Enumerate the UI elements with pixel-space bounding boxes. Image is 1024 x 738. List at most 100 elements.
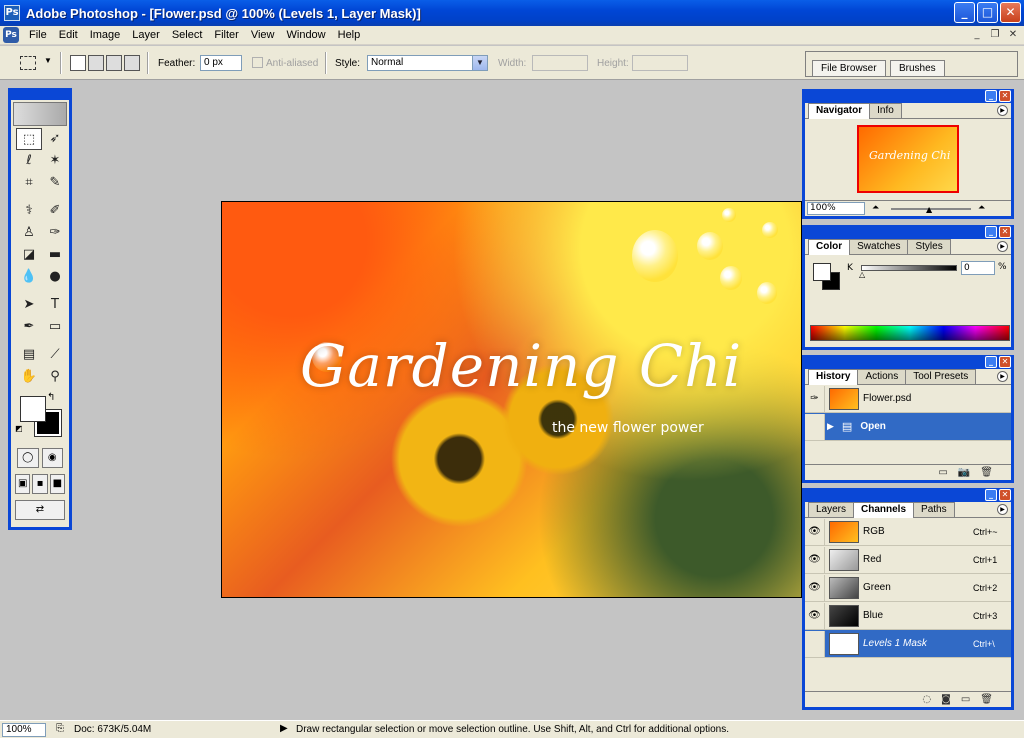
doc-restore-icon[interactable]: ❐ [988, 28, 1002, 42]
palette-menu-icon[interactable]: ▶ [997, 504, 1008, 515]
menu-filter[interactable]: Filter [208, 29, 244, 41]
document-canvas[interactable]: Gardening Chi the new flower power [221, 201, 802, 598]
screen-mode-full-menu-icon[interactable]: ▪ [32, 474, 48, 494]
zoom-tool-icon[interactable]: ⚲ [42, 366, 68, 388]
minimize-button[interactable]: _ [954, 2, 975, 23]
zoom-in-icon[interactable]: ⏶ [978, 203, 985, 213]
navigator-thumbnail[interactable]: Gardening Chi [857, 125, 959, 193]
minimize-icon[interactable]: _ [985, 90, 997, 102]
eyedropper-icon[interactable]: ⟋ [42, 344, 68, 366]
tab-channels[interactable]: Channels [853, 502, 915, 518]
k-slider[interactable] [861, 265, 957, 271]
menu-layer[interactable]: Layer [126, 29, 166, 41]
clone-stamp-icon[interactable]: ♙ [16, 222, 42, 244]
default-colors-icon[interactable]: ◩ [15, 424, 23, 433]
tab-actions[interactable]: Actions [857, 369, 907, 384]
doc-close-icon[interactable]: ✕ [1006, 28, 1020, 42]
channel-row[interactable]: Levels 1 Mask Ctrl+\ [805, 630, 1011, 658]
tab-history[interactable]: History [808, 369, 859, 385]
crop-tool-icon[interactable]: ⌗ [16, 172, 42, 194]
screen-mode-full-icon[interactable]: ■ [49, 474, 65, 494]
chevron-down-icon[interactable]: ▼ [44, 56, 52, 65]
new-document-icon[interactable]: ▭ [938, 467, 947, 478]
document-info-icon[interactable]: ⎘ [56, 723, 64, 734]
status-zoom-input[interactable]: 100% [2, 723, 46, 737]
jump-to-imageready-icon[interactable]: ⇄ [15, 500, 65, 520]
doc-minimize-icon[interactable]: _ [970, 28, 984, 42]
tab-navigator[interactable]: Navigator [808, 103, 871, 119]
color-spectrum[interactable] [810, 325, 1010, 341]
channel-row[interactable]: 👁 RGB Ctrl+~ [805, 518, 1011, 546]
slice-tool-icon[interactable]: ✎ [42, 172, 68, 194]
lasso-tool-icon[interactable]: ℓ [16, 150, 42, 172]
tab-styles[interactable]: Styles [907, 239, 951, 254]
trash-icon[interactable]: 🗑 [980, 467, 993, 478]
add-selection-icon[interactable] [88, 55, 104, 71]
type-tool-icon[interactable]: T [42, 294, 68, 316]
marquee-preset-icon[interactable] [20, 56, 36, 70]
history-brush-source-icon[interactable]: ✑ [805, 385, 825, 412]
antialiased-checkbox[interactable] [252, 57, 263, 68]
load-selection-icon[interactable]: ◌ [922, 694, 931, 705]
style-select[interactable]: Normal ▼ [367, 55, 488, 71]
healing-brush-icon[interactable]: ⚕ [16, 200, 42, 222]
close-icon[interactable]: ✕ [999, 226, 1011, 238]
zoom-slider-handle[interactable]: ▲ [926, 205, 932, 214]
history-snapshot[interactable]: ✑ Flower.psd [805, 385, 1011, 413]
status-menu-icon[interactable]: ▶ [280, 723, 288, 734]
palette-menu-icon[interactable]: ▶ [997, 105, 1008, 116]
dodge-tool-icon[interactable]: ● [42, 266, 68, 288]
tab-brushes[interactable]: Brushes [890, 60, 945, 76]
gradient-tool-icon[interactable]: ▬ [42, 244, 68, 266]
tab-file-browser[interactable]: File Browser [812, 60, 886, 76]
zoom-out-icon[interactable]: ⏶ [872, 203, 879, 213]
menu-edit[interactable]: Edit [53, 29, 84, 41]
photoshop-icon[interactable]: Ps [4, 5, 20, 21]
tab-info[interactable]: Info [869, 103, 902, 118]
tab-paths[interactable]: Paths [913, 502, 955, 517]
snapshot-icon[interactable]: 📷 [958, 467, 970, 478]
screen-mode-standard-icon[interactable]: ▣ [15, 474, 31, 494]
channel-row[interactable]: 👁 Blue Ctrl+3 [805, 602, 1011, 630]
move-tool-icon[interactable]: ➶ [42, 128, 68, 150]
feather-input[interactable]: 0 px [200, 55, 242, 71]
chevron-down-icon[interactable]: ▼ [472, 56, 487, 70]
new-selection-icon[interactable] [70, 55, 86, 71]
intersect-selection-icon[interactable] [124, 55, 140, 71]
eye-icon[interactable]: 👁 [805, 574, 825, 601]
magic-wand-icon[interactable]: ✶ [42, 150, 68, 172]
minimize-icon[interactable]: _ [985, 356, 997, 368]
tab-color[interactable]: Color [808, 239, 851, 255]
palette-menu-icon[interactable]: ▶ [997, 241, 1008, 252]
close-icon[interactable]: ✕ [999, 489, 1011, 501]
eraser-tool-icon[interactable]: ◪ [16, 244, 42, 266]
quick-mask-icon[interactable]: ◉ [41, 448, 63, 468]
maximize-button[interactable]: □ [977, 2, 998, 23]
minimize-icon[interactable]: _ [985, 489, 997, 501]
blur-tool-icon[interactable]: 💧 [16, 266, 42, 288]
menu-window[interactable]: Window [281, 29, 332, 41]
subtract-selection-icon[interactable] [106, 55, 122, 71]
adobe-logo-icon[interactable] [13, 102, 67, 126]
foreground-color[interactable] [813, 263, 831, 281]
marquee-tool-icon[interactable]: ⬚ [16, 128, 42, 150]
eye-icon[interactable]: 👁 [805, 546, 825, 573]
channel-row[interactable]: 👁 Green Ctrl+2 [805, 574, 1011, 602]
history-state[interactable]: ▶ ▤ Open [805, 413, 1011, 441]
close-icon[interactable]: ✕ [999, 356, 1011, 368]
palette-menu-icon[interactable]: ▶ [997, 371, 1008, 382]
eye-icon[interactable]: 👁 [805, 518, 825, 545]
swap-colors-icon[interactable]: ↰ [47, 392, 55, 403]
k-input[interactable]: 0 [961, 261, 995, 275]
standard-mode-icon[interactable]: ◯ [17, 448, 39, 468]
menu-select[interactable]: Select [166, 29, 209, 41]
close-icon[interactable]: ✕ [999, 90, 1011, 102]
width-input[interactable] [532, 55, 588, 71]
shape-tool-icon[interactable]: ▭ [42, 316, 68, 338]
k-slider-handle[interactable]: △ [859, 270, 865, 279]
eye-icon[interactable]: 👁 [805, 602, 825, 629]
brush-tool-icon[interactable]: ✐ [42, 200, 68, 222]
tab-swatches[interactable]: Swatches [849, 239, 909, 254]
document-icon[interactable]: Ps [3, 27, 19, 43]
menu-image[interactable]: Image [84, 29, 127, 41]
